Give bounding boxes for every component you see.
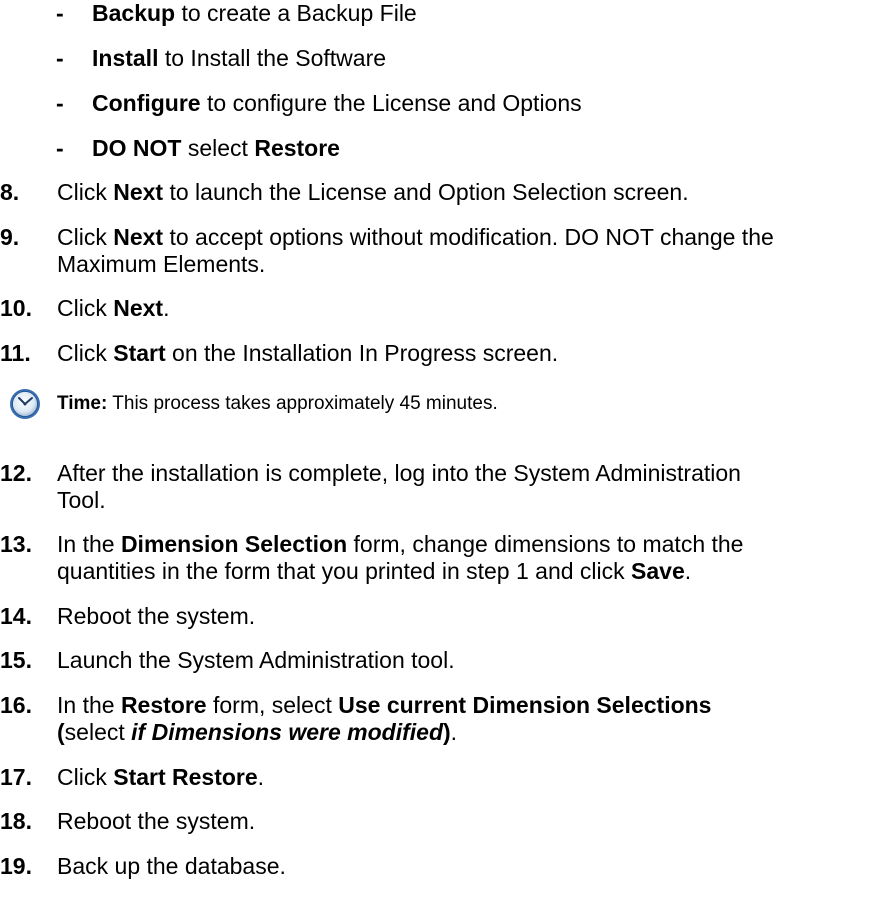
list-dash: - bbox=[56, 45, 64, 71]
list-dash: - bbox=[56, 0, 64, 26]
step-number: 16. bbox=[0, 692, 32, 718]
step-number: 8. bbox=[0, 179, 20, 205]
clock-icon bbox=[10, 389, 40, 419]
step-number: 10. bbox=[0, 295, 32, 321]
step-number: 18. bbox=[0, 808, 32, 834]
document-page: - Backup to create a Backup File - Insta… bbox=[0, 0, 872, 901]
option-label: Backup bbox=[92, 0, 176, 26]
time-note: Time: This process takes approximately 4… bbox=[0, 385, 872, 425]
step-number: 11. bbox=[0, 340, 31, 366]
step-number: 9. bbox=[0, 224, 20, 250]
step-number: 12. bbox=[0, 460, 32, 486]
step-number: 13. bbox=[0, 531, 32, 557]
step-number: 14. bbox=[0, 603, 32, 629]
list-dash: - bbox=[56, 135, 64, 161]
option-description: to Install the Software bbox=[158, 45, 387, 71]
step-number: 15. bbox=[0, 647, 32, 673]
option-label: DO NOT bbox=[92, 135, 182, 161]
step-number: 19. bbox=[0, 853, 32, 879]
option-description: to create a Backup File bbox=[175, 0, 417, 26]
option-label: Restore bbox=[254, 135, 340, 161]
note-label: Time: bbox=[57, 393, 108, 414]
option-label: Install bbox=[92, 45, 159, 71]
option-label: Configure bbox=[92, 90, 201, 116]
option-description: to configure the License and Options bbox=[200, 90, 582, 116]
step-number: 17. bbox=[0, 764, 32, 790]
list-dash: - bbox=[56, 90, 64, 116]
note-text: This process takes approximately 45 minu… bbox=[107, 393, 498, 414]
